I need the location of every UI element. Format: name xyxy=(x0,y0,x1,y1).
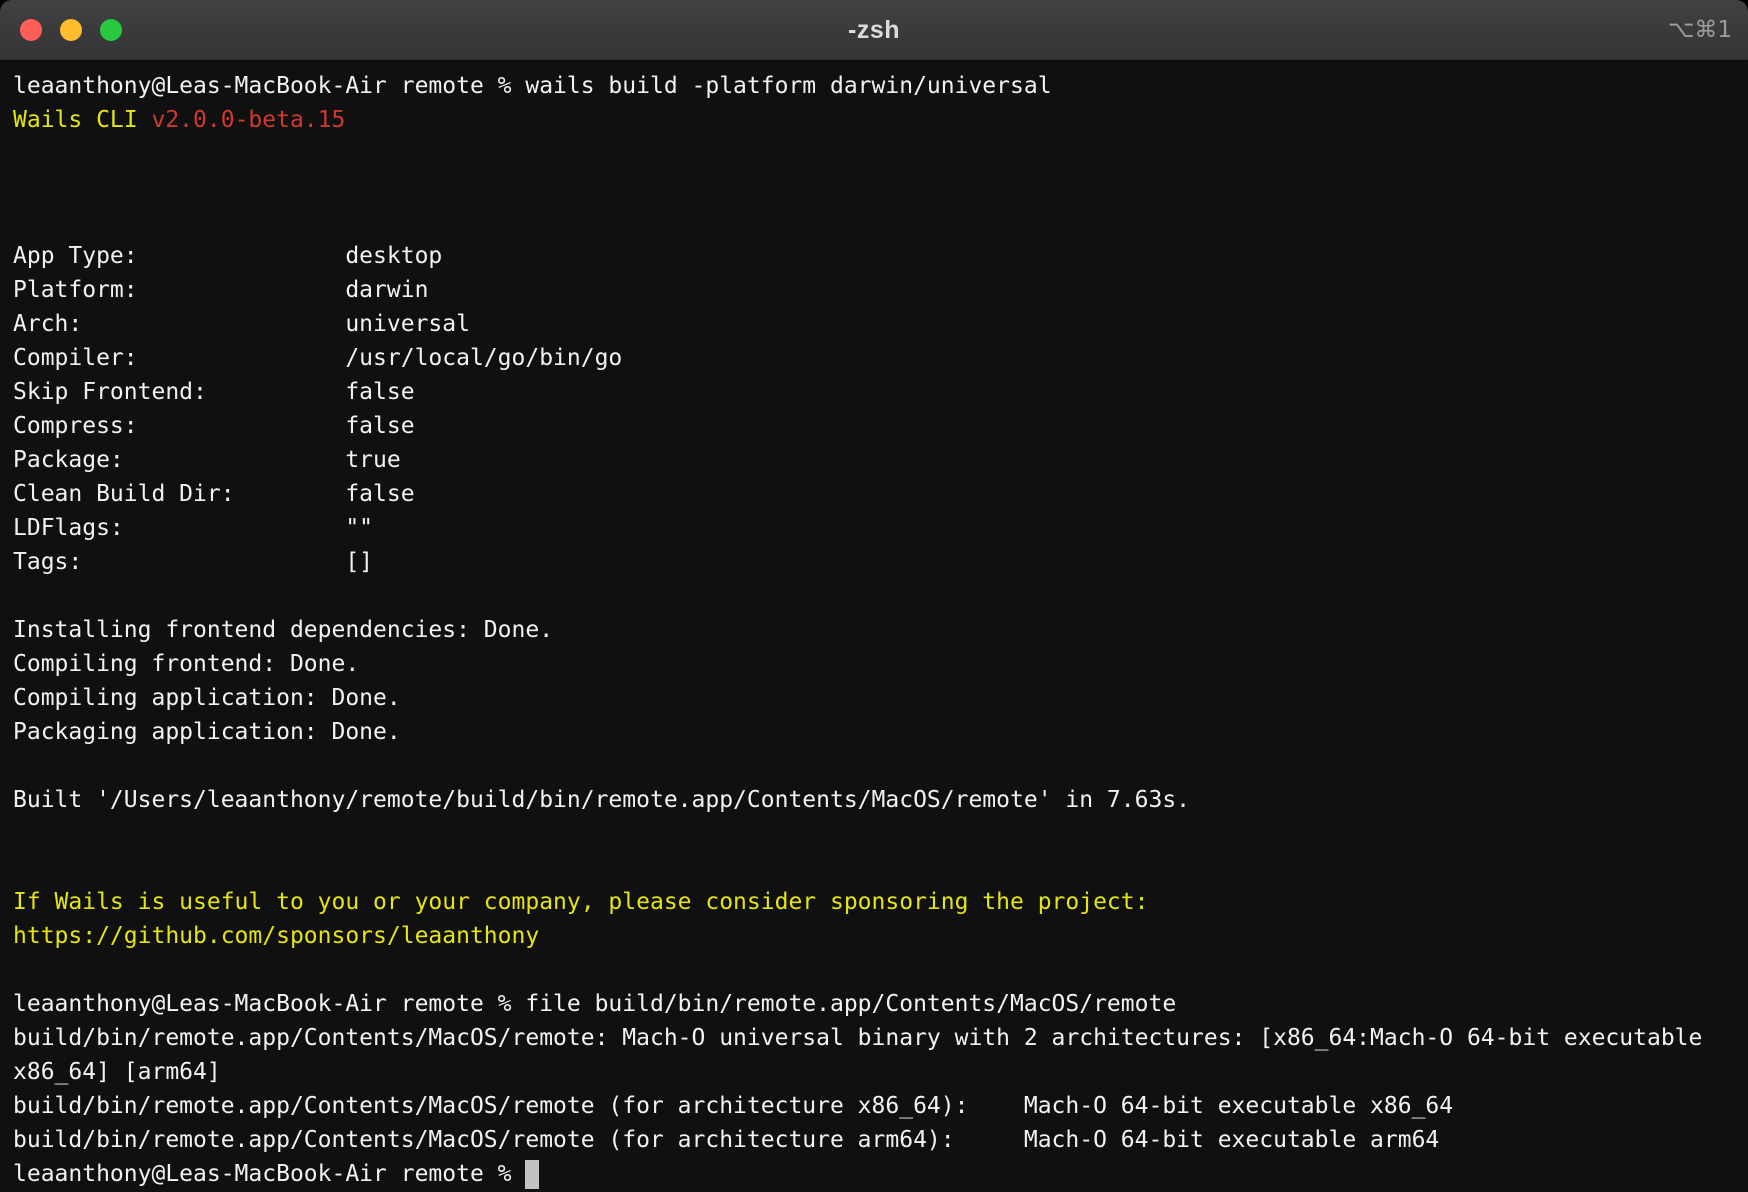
terminal-text: Clean Build Dir: false xyxy=(13,481,415,507)
terminal-text: Package: true xyxy=(13,447,401,473)
terminal-text: v2.0.0-beta.15 xyxy=(151,107,345,133)
traffic-lights xyxy=(20,0,122,60)
terminal-text: Compiling application: Done. xyxy=(13,685,401,711)
terminal-text: Compiling frontend: Done. xyxy=(13,651,359,677)
terminal-line: Built '/Users/leaanthony/remote/build/bi… xyxy=(13,783,1748,817)
terminal-text: https://github.com/sponsors/leaanthony xyxy=(13,923,539,949)
terminal-line: Skip Frontend: false xyxy=(13,375,1748,409)
terminal-cursor xyxy=(525,1160,539,1189)
terminal-text: x86_64] [arm64] xyxy=(13,1059,221,1085)
terminal-line xyxy=(13,817,1748,851)
zoom-button[interactable] xyxy=(100,19,122,41)
terminal-line xyxy=(13,205,1748,239)
terminal-line: Installing frontend dependencies: Done. xyxy=(13,613,1748,647)
terminal-output[interactable]: leaanthony@Leas-MacBook-Air remote % wai… xyxy=(0,61,1748,1192)
terminal-text: Compiler: /usr/local/go/bin/go xyxy=(13,345,622,371)
terminal-line xyxy=(13,749,1748,783)
window-title: -zsh xyxy=(848,16,900,45)
terminal-text: Packaging application: Done. xyxy=(13,719,401,745)
terminal-text: Compress: false xyxy=(13,413,415,439)
terminal-line: leaanthony@Leas-MacBook-Air remote % wai… xyxy=(13,69,1748,103)
terminal-text: App Type: desktop xyxy=(13,243,442,269)
terminal-line: leaanthony@Leas-MacBook-Air remote % fil… xyxy=(13,987,1748,1021)
terminal-text: Skip Frontend: false xyxy=(13,379,415,405)
terminal-line xyxy=(13,579,1748,613)
titlebar[interactable]: -zsh ⌥⌘1 xyxy=(0,0,1748,61)
terminal-line xyxy=(13,137,1748,171)
terminal-line xyxy=(13,851,1748,885)
terminal-text: If Wails is useful to you or your compan… xyxy=(13,889,1148,915)
terminal-line: LDFlags: "" xyxy=(13,511,1748,545)
terminal-line: Compiling frontend: Done. xyxy=(13,647,1748,681)
terminal-line: Compiling application: Done. xyxy=(13,681,1748,715)
terminal-text: Built '/Users/leaanthony/remote/build/bi… xyxy=(13,787,1190,813)
terminal-line: Package: true xyxy=(13,443,1748,477)
terminal-text: Arch: universal xyxy=(13,311,470,337)
terminal-text: Tags: [] xyxy=(13,549,373,575)
terminal-text: LDFlags: "" xyxy=(13,515,373,541)
terminal-line: If Wails is useful to you or your compan… xyxy=(13,885,1748,919)
terminal-line: App Type: desktop xyxy=(13,239,1748,273)
terminal-line: leaanthony@Leas-MacBook-Air remote % xyxy=(13,1157,1748,1191)
terminal-line: build/bin/remote.app/Contents/MacOS/remo… xyxy=(13,1089,1748,1123)
terminal-line: Compress: false xyxy=(13,409,1748,443)
terminal-text: build/bin/remote.app/Contents/MacOS/remo… xyxy=(13,1025,1702,1051)
terminal-text: leaanthony@Leas-MacBook-Air remote % xyxy=(13,1161,525,1187)
terminal-text: build/bin/remote.app/Contents/MacOS/remo… xyxy=(13,1093,1453,1119)
minimize-button[interactable] xyxy=(60,19,82,41)
terminal-text: Platform: darwin xyxy=(13,277,428,303)
terminal-line xyxy=(13,171,1748,205)
terminal-line: Tags: [] xyxy=(13,545,1748,579)
terminal-line: Arch: universal xyxy=(13,307,1748,341)
terminal-line: x86_64] [arm64] xyxy=(13,1055,1748,1089)
terminal-text: leaanthony@Leas-MacBook-Air remote % wai… xyxy=(13,73,1052,99)
close-button[interactable] xyxy=(20,19,42,41)
terminal-line: build/bin/remote.app/Contents/MacOS/remo… xyxy=(13,1123,1748,1157)
tab-shortcut-label: ⌥⌘1 xyxy=(1668,0,1732,60)
terminal-line: https://github.com/sponsors/leaanthony xyxy=(13,919,1748,953)
terminal-line: Compiler: /usr/local/go/bin/go xyxy=(13,341,1748,375)
terminal-line: Platform: darwin xyxy=(13,273,1748,307)
terminal-line: Wails CLI v2.0.0-beta.15 xyxy=(13,103,1748,137)
terminal-text: build/bin/remote.app/Contents/MacOS/remo… xyxy=(13,1127,1439,1153)
terminal-line: Clean Build Dir: false xyxy=(13,477,1748,511)
terminal-text: Installing frontend dependencies: Done. xyxy=(13,617,553,643)
terminal-line: Packaging application: Done. xyxy=(13,715,1748,749)
terminal-text: leaanthony@Leas-MacBook-Air remote % fil… xyxy=(13,991,1176,1017)
terminal-line: build/bin/remote.app/Contents/MacOS/remo… xyxy=(13,1021,1748,1055)
terminal-line xyxy=(13,953,1748,987)
terminal-window: -zsh ⌥⌘1 leaanthony@Leas-MacBook-Air rem… xyxy=(0,0,1748,1192)
terminal-text: Wails CLI xyxy=(13,107,151,133)
